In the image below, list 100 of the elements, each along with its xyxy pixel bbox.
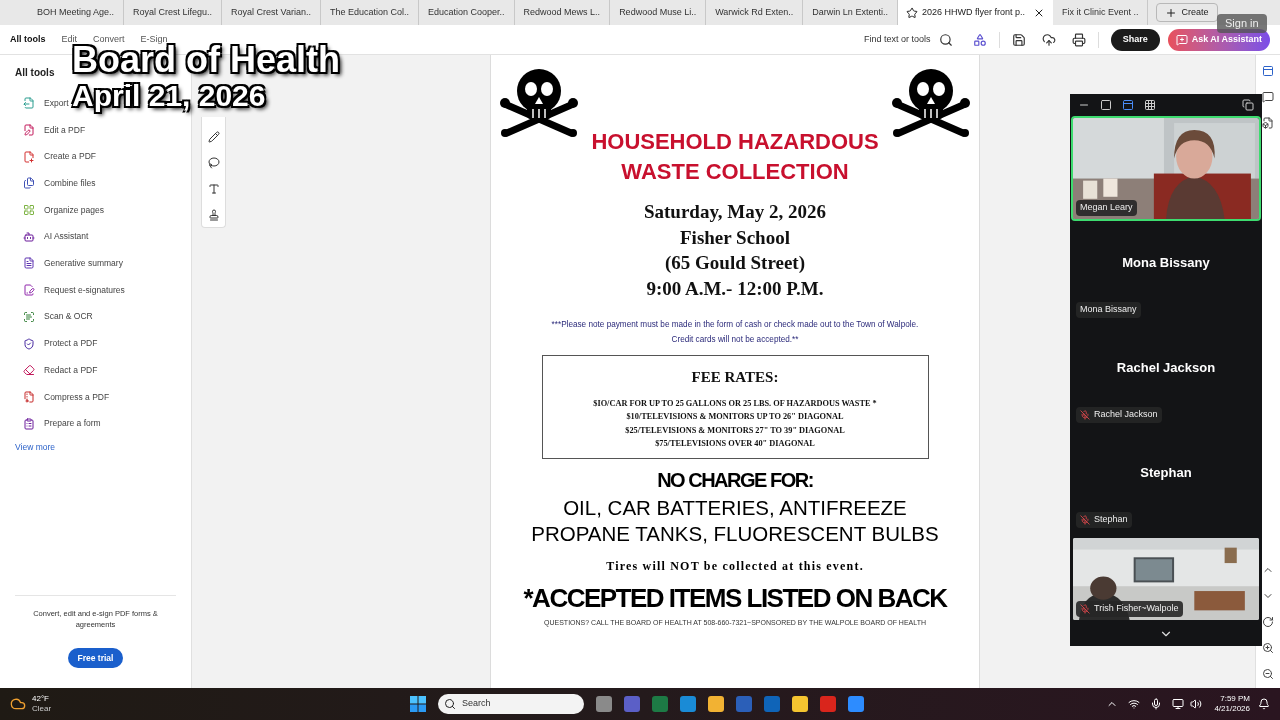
free-trial-button[interactable]: Free trial bbox=[67, 648, 124, 668]
sidebar-item[interactable]: Redact a PDF bbox=[15, 356, 98, 384]
compress-icon bbox=[23, 390, 35, 403]
volume-icon[interactable] bbox=[1190, 698, 1203, 710]
event-detail: 9:00 A.M.- 12:00 P.M. bbox=[646, 276, 824, 301]
plus-icon bbox=[1165, 6, 1178, 19]
sidebar-item[interactable]: Request e-signatures bbox=[15, 276, 125, 304]
browser-tab[interactable]: Fix it Clinic Event .. bbox=[1052, 0, 1149, 25]
create-button[interactable]: Create bbox=[1156, 3, 1218, 22]
sidebar-item[interactable]: Generative summary bbox=[15, 250, 123, 277]
fee-heading: FEE RATES: bbox=[691, 368, 779, 387]
notification-icon[interactable] bbox=[1258, 698, 1270, 710]
browser-tab[interactable]: Redwood Muse Li.. bbox=[610, 0, 707, 25]
fee-rate: $IO/CAR FOR UP TO 25 GALLONS OR 25 LBS. OF HAZARDOUS WASTE * bbox=[593, 397, 877, 410]
event-detail: Saturday, May 2, 2026 bbox=[643, 200, 827, 224]
sidebar-item[interactable]: AI Assistant bbox=[15, 223, 89, 251]
tooltip: Sign in bbox=[1217, 14, 1267, 33]
video-tile[interactable]: Trish Fisher~Walpole bbox=[1071, 536, 1261, 622]
sidebar-item[interactable]: Compress a PDF bbox=[15, 383, 110, 411]
tab-label: Redwood Mews L.. bbox=[523, 5, 601, 19]
caption-title: Board of Health bbox=[68, 42, 344, 78]
wifi-icon[interactable] bbox=[1128, 698, 1141, 710]
ai-assistant-icon bbox=[23, 230, 35, 243]
sidebar-title: All tools bbox=[15, 66, 56, 80]
browser-tab[interactable]: Royal Crest Varian.. bbox=[222, 0, 321, 25]
payment-note: Credit cards will not be accepted.** bbox=[671, 334, 799, 346]
muted-mic-icon bbox=[1080, 410, 1090, 420]
print-icon[interactable] bbox=[1071, 32, 1086, 47]
search-icon[interactable] bbox=[938, 32, 953, 47]
temperature: 42°F bbox=[32, 694, 50, 704]
sidebar-item[interactable]: Organize pages bbox=[15, 196, 104, 224]
sidebar-item[interactable]: Edit a PDF bbox=[15, 116, 86, 144]
panel-icon[interactable] bbox=[1262, 65, 1274, 77]
muted-mic-icon bbox=[1080, 515, 1090, 525]
combine-files-icon bbox=[23, 177, 35, 190]
name-tag: Stephan bbox=[1076, 512, 1132, 528]
microphone-icon[interactable] bbox=[1150, 698, 1163, 710]
browser-tab[interactable]: Royal Crest Lifegu.. bbox=[124, 0, 223, 25]
tab-label: Warwick Rd Exten.. bbox=[715, 5, 794, 19]
protect-icon bbox=[23, 337, 35, 350]
find-label[interactable]: Find text or tools bbox=[864, 32, 931, 47]
browser-tab[interactable]: Education Cooper.. bbox=[419, 0, 515, 25]
event-detail: Fisher School bbox=[680, 225, 790, 250]
browser-tab[interactable]: The Education Col.. bbox=[320, 0, 419, 25]
tools-icon[interactable] bbox=[972, 32, 987, 47]
zoom-in-icon[interactable] bbox=[1262, 642, 1274, 654]
gallery-view-icon[interactable] bbox=[1144, 99, 1156, 111]
name-tag: Mona Bissany bbox=[1076, 302, 1141, 318]
tires-note: Tires will NOT be collected at this event. bbox=[606, 558, 864, 575]
zoom-out-icon[interactable] bbox=[1262, 668, 1274, 680]
sidebar-item[interactable]: Export bbox=[15, 90, 69, 117]
weather-icon[interactable] bbox=[10, 696, 26, 712]
comment-icon[interactable] bbox=[1262, 91, 1274, 103]
browser-tab[interactable]: 2026 HHWD flyer front p.. bbox=[897, 0, 1053, 25]
browser-tab[interactable]: Darwin Ln Extenti.. bbox=[803, 0, 898, 25]
tab-label: Education Cooper.. bbox=[428, 5, 505, 19]
taskbar-search-field[interactable]: Search bbox=[438, 694, 584, 714]
sidebar-item[interactable]: Protect a PDF bbox=[15, 330, 98, 357]
pencil-icon[interactable] bbox=[207, 131, 220, 143]
sidebar-item[interactable]: Combine files bbox=[15, 170, 96, 197]
display-icon[interactable] bbox=[1172, 698, 1185, 710]
signature-icon bbox=[23, 284, 35, 297]
document-icon[interactable] bbox=[1262, 117, 1274, 129]
lasso-icon[interactable] bbox=[207, 157, 220, 169]
rotate-icon[interactable] bbox=[1262, 616, 1274, 628]
participant-tile[interactable]: Mona Bissany Mona Bissany bbox=[1070, 221, 1262, 326]
search-icon bbox=[444, 698, 456, 710]
free-item-list: OIL, CAR BATTERIES, ANTIFREEZE bbox=[563, 495, 907, 521]
speaker-view-icon[interactable] bbox=[1122, 99, 1134, 111]
browser-tab[interactable]: Redwood Mews L.. bbox=[514, 0, 611, 25]
upload-icon[interactable] bbox=[1041, 32, 1056, 47]
tab-label: The Education Col.. bbox=[329, 5, 409, 19]
text-box-icon[interactable] bbox=[207, 183, 220, 195]
sidebar-item[interactable]: Prepare a form bbox=[15, 410, 101, 437]
star-icon[interactable] bbox=[905, 6, 918, 19]
video-tile[interactable]: Megan Leary bbox=[1071, 116, 1261, 221]
participant-name: Mona Bissany bbox=[1122, 253, 1210, 272]
save-icon[interactable] bbox=[1011, 32, 1026, 47]
view-more-link[interactable]: View more bbox=[15, 440, 176, 454]
export-icon bbox=[23, 97, 35, 110]
flyer-title: HOUSEHOLD HAZARDOUS WASTE COLLECTION bbox=[590, 128, 880, 186]
tab-label: Redwood Muse Li.. bbox=[619, 5, 697, 19]
tab-label: Fix it Clinic Event .. bbox=[1061, 5, 1139, 19]
pop-out-icon[interactable] bbox=[1242, 99, 1254, 111]
window-icon[interactable] bbox=[1100, 99, 1112, 111]
browser-tab[interactable]: Warwick Rd Exten.. bbox=[706, 0, 804, 25]
stamp-icon[interactable] bbox=[207, 209, 220, 221]
form-icon bbox=[23, 417, 35, 430]
start-icon[interactable] bbox=[410, 696, 426, 712]
event-detail: (65 Gould Street) bbox=[664, 251, 805, 275]
participant-name: Stephan bbox=[1140, 463, 1192, 482]
browser-tab[interactable]: BOH Meeting Age.. bbox=[28, 0, 125, 25]
participant-tile[interactable]: Stephan Stephan bbox=[1070, 431, 1262, 536]
participant-tile[interactable]: Rachel Jackson Rachel Jackson bbox=[1070, 326, 1262, 431]
menu-tab[interactable]: All tools bbox=[10, 32, 46, 47]
share-button[interactable]: Share bbox=[1110, 28, 1160, 51]
sidebar-item[interactable]: Create a PDF bbox=[15, 143, 96, 171]
fee-rate: $75/TELEVISIONS OVER 40" DIAGONAL bbox=[655, 438, 815, 450]
sidebar-item[interactable]: Scan & OCR bbox=[15, 303, 93, 331]
no-charge-heading: NO CHARGE FOR: bbox=[657, 468, 813, 493]
